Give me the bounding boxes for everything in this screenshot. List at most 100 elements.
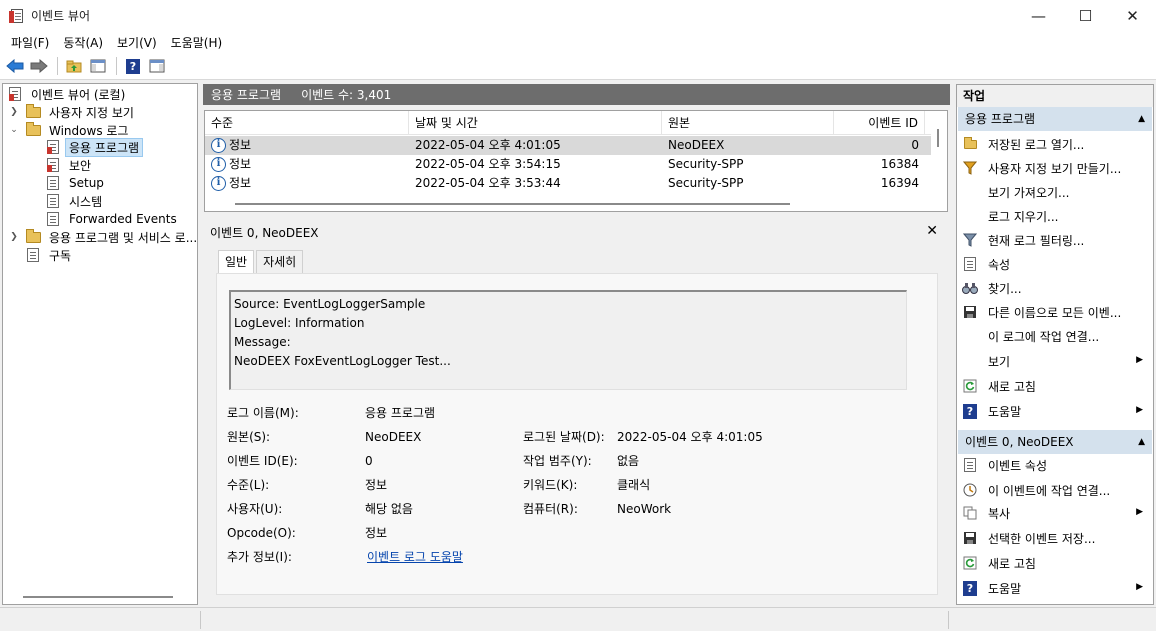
- action-label: 저장된 로그 열기...: [988, 137, 1085, 152]
- logged-value: 2022-05-04 오후 4:01:05: [617, 430, 763, 444]
- action-event-properties[interactable]: 이벤트 속성: [957, 453, 1153, 477]
- tree-item-label: 응용 프로그램: [65, 137, 144, 157]
- event-message-box[interactable]: Source: EventLogLoggerSample LogLevel: I…: [229, 290, 907, 390]
- filter-icon: [962, 232, 978, 248]
- actions-section-event[interactable]: 이벤트 0, NeoDEEX ▲: [958, 430, 1152, 454]
- column-header-source[interactable]: 원본: [662, 111, 834, 135]
- action-label: 이 로그에 작업 연결...: [988, 329, 1100, 344]
- collapse-up-icon[interactable]: ▲: [1138, 430, 1145, 454]
- help-toolbar-button[interactable]: ?: [122, 55, 144, 77]
- tree-item-setup[interactable]: Setup: [45, 174, 108, 192]
- row-datetime: 2022-05-04 오후 3:53:44: [415, 176, 561, 190]
- tree-item-application[interactable]: 응용 프로그램: [45, 137, 144, 157]
- table-row[interactable]: i 정보 2022-05-04 오후 3:54:15 Security-SPP …: [205, 155, 931, 174]
- action-label: 이 이벤트에 작업 연결...: [988, 483, 1111, 498]
- action-create-custom-view[interactable]: 사용자 지정 보기 만들기...: [957, 156, 1153, 180]
- action-view[interactable]: 보기 ▶: [957, 349, 1153, 373]
- collapse-up-icon[interactable]: ▲: [1138, 107, 1145, 131]
- title-bar: 이벤트 뷰어 — ☐ ✕: [0, 0, 1156, 31]
- actions-section-application[interactable]: 응용 프로그램 ▲: [958, 107, 1152, 131]
- action-label: 보기 가져오기...: [988, 185, 1070, 200]
- list-vertical-scrollbar[interactable]: [937, 129, 939, 147]
- tree-item-app-services[interactable]: ❯ 응용 프로그램 및 서비스 로...: [9, 228, 201, 246]
- action-help-event[interactable]: ? 도움말 ▶: [957, 576, 1153, 600]
- section-label: 이벤트 0, NeoDEEX: [965, 435, 1074, 449]
- action-properties[interactable]: 속성: [957, 252, 1153, 276]
- action-label: 새로 고침: [988, 556, 1036, 571]
- tab-general[interactable]: 일반: [218, 250, 255, 274]
- list-horizontal-scrollbar[interactable]: [235, 203, 790, 205]
- minimize-button[interactable]: —: [1015, 0, 1062, 31]
- menu-file[interactable]: 파일(F): [4, 34, 56, 51]
- maximize-button[interactable]: ☐: [1062, 0, 1109, 31]
- action-filter-current-log[interactable]: 현재 로그 필터링...: [957, 228, 1153, 252]
- help-icon: ?: [962, 580, 978, 596]
- action-refresh[interactable]: 새로 고침: [957, 374, 1153, 398]
- action-attach-task-to-event[interactable]: 이 이벤트에 작업 연결...: [957, 478, 1153, 502]
- tree-item-windows-logs[interactable]: ⌄ Windows 로그: [9, 121, 132, 139]
- action-label: 선택한 이벤트 저장...: [988, 531, 1096, 546]
- action-save-selected-events[interactable]: 선택한 이벤트 저장...: [957, 526, 1153, 550]
- window-title: 이벤트 뷰어: [31, 9, 91, 23]
- row-level: 정보: [229, 138, 252, 152]
- tree-item-custom-views[interactable]: ❯ 사용자 지정 보기: [9, 103, 138, 121]
- column-header-datetime[interactable]: 날짜 및 시간: [409, 111, 662, 135]
- action-find[interactable]: 찾기...: [957, 276, 1153, 300]
- help-icon: ?: [962, 403, 978, 419]
- close-button[interactable]: ✕: [1109, 0, 1156, 31]
- tree-item-label: 이벤트 뷰어 (로컬): [31, 87, 126, 102]
- action-attach-task-to-log[interactable]: 이 로그에 작업 연결...: [957, 324, 1153, 348]
- menu-view[interactable]: 보기(V): [110, 34, 164, 51]
- opcode-label: Opcode(O):: [227, 526, 296, 540]
- refresh-icon: [962, 555, 978, 571]
- action-import-view[interactable]: 보기 가져오기...: [957, 180, 1153, 204]
- tree-item-security[interactable]: 보안: [45, 156, 95, 174]
- filter-icon: [962, 160, 978, 176]
- tree-item-system[interactable]: 시스템: [45, 192, 106, 210]
- tree-item-label: Setup: [69, 176, 104, 190]
- information-icon: i: [211, 176, 226, 191]
- tab-details[interactable]: 자세히: [256, 250, 304, 274]
- action-help[interactable]: ? 도움말 ▶: [957, 399, 1153, 423]
- tree-item-root[interactable]: 이벤트 뷰어 (로컬): [7, 85, 129, 103]
- tree-horizontal-scrollbar[interactable]: [23, 596, 173, 598]
- column-header-level[interactable]: 수준: [205, 111, 409, 135]
- forward-arrow-icon: [30, 59, 48, 73]
- table-row[interactable]: i 정보 2022-05-04 오후 4:01:05 NeoDEEX 0: [205, 136, 931, 155]
- menu-action[interactable]: 동작(A): [56, 34, 110, 51]
- submenu-arrow-icon: ▶: [1136, 405, 1143, 415]
- row-level: 정보: [229, 176, 252, 190]
- task-category-value: 없음: [617, 454, 640, 468]
- action-refresh-event[interactable]: 새로 고침: [957, 551, 1153, 575]
- properties-icon: [962, 256, 978, 272]
- chevron-down-icon[interactable]: ⌄: [9, 125, 19, 135]
- action-save-all-events-as[interactable]: 다른 이름으로 모든 이벤...: [957, 300, 1153, 324]
- opcode-value: 정보: [365, 526, 388, 540]
- show-hide-action-pane-button[interactable]: [146, 55, 168, 77]
- close-detail-icon[interactable]: ✕: [926, 223, 938, 239]
- more-info-label: 추가 정보(I):: [227, 550, 292, 564]
- tree-item-subscriptions[interactable]: 구독: [25, 246, 75, 264]
- logged-label: 로그된 날짜(D):: [523, 430, 605, 444]
- action-label: 도움말: [988, 404, 1022, 419]
- action-copy[interactable]: 복사 ▶: [957, 501, 1153, 525]
- show-hide-tree-button[interactable]: [87, 55, 109, 77]
- row-level: 정보: [229, 157, 252, 171]
- level-value: 정보: [365, 478, 388, 492]
- column-header-event-id[interactable]: 이벤트 ID: [834, 111, 925, 135]
- menu-help[interactable]: 도움말(H): [164, 34, 230, 51]
- status-divider: [948, 611, 949, 629]
- event-list-header: 응용 프로그램 이벤트 수: 3,401: [203, 84, 950, 105]
- chevron-right-icon[interactable]: ❯: [9, 107, 19, 117]
- forward-button[interactable]: [28, 55, 50, 77]
- event-log-help-link[interactable]: 이벤트 로그 도움말: [367, 548, 463, 566]
- table-row[interactable]: i 정보 2022-05-04 오후 3:53:44 Security-SPP …: [205, 174, 931, 193]
- tree-item-forwarded-events[interactable]: Forwarded Events: [45, 210, 181, 228]
- chevron-right-icon[interactable]: ❯: [9, 232, 19, 242]
- submenu-arrow-icon: ▶: [1136, 507, 1143, 517]
- action-clear-log[interactable]: 로그 지우기...: [957, 204, 1153, 228]
- log-icon: [45, 139, 61, 155]
- up-folder-button[interactable]: [63, 55, 85, 77]
- action-open-saved-log[interactable]: 저장된 로그 열기...: [957, 132, 1153, 156]
- back-button[interactable]: [4, 55, 26, 77]
